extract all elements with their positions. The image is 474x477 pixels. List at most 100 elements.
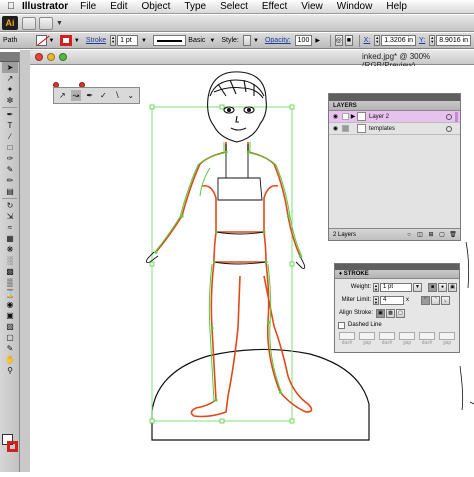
gap-field[interactable]: gap	[439, 332, 455, 347]
anchor-points[interactable]	[155, 151, 302, 402]
brush-dropdown-icon[interactable]: ▼	[209, 38, 215, 44]
selection-tool-icon[interactable]: ➤	[2, 62, 18, 73]
new-layer-icon[interactable]: ▢	[438, 231, 446, 239]
menu-window[interactable]: Window	[337, 1, 373, 12]
menu-file[interactable]: File	[80, 1, 96, 12]
close-window-button[interactable]	[35, 53, 43, 61]
round-join-button[interactable]: ⌝	[431, 295, 440, 305]
style-dropdown-icon[interactable]: ▼	[253, 38, 259, 44]
convert-anchor-point-icon[interactable]: ⌄	[125, 90, 136, 101]
template-icon[interactable]: ◉	[331, 125, 340, 132]
zoom-icon[interactable]: ⚲	[2, 365, 18, 376]
tools-panel-header[interactable]	[0, 52, 19, 62]
hand-icon[interactable]: ✋	[2, 354, 18, 365]
minimize-window-button[interactable]	[47, 53, 55, 61]
type-tool-icon[interactable]: T	[2, 120, 18, 131]
app-menu[interactable]: Illustrator	[22, 1, 68, 12]
scale-icon[interactable]: ⇲	[2, 211, 18, 222]
y-stepper[interactable]: ▲ ▼	[429, 35, 436, 46]
fill-dropdown-icon[interactable]: ▼	[49, 38, 55, 44]
opacity-dropdown-icon[interactable]: ▶	[315, 37, 320, 44]
target-icon[interactable]	[446, 125, 452, 132]
menu-view[interactable]: View	[301, 1, 323, 12]
layer-row[interactable]: ◉ ▶ Layer 2	[329, 111, 460, 123]
menu-object[interactable]: Object	[141, 1, 170, 12]
column-graph-icon[interactable]: ░	[2, 255, 18, 266]
free-transform-icon[interactable]: ▦	[2, 233, 18, 244]
opacity-label-link[interactable]: Opacity:	[265, 37, 291, 44]
rectangle-tool-icon[interactable]: □	[2, 142, 18, 153]
recolor-artwork-icon[interactable]: ◎	[334, 35, 343, 46]
gradient-icon[interactable]: ▒	[2, 277, 18, 288]
y-position-field[interactable]: 8.9016 in	[436, 35, 472, 46]
projecting-cap-button[interactable]: ▣	[448, 282, 457, 292]
dash-field[interactable]: dash	[419, 332, 435, 347]
dash-field[interactable]: dash	[379, 332, 395, 347]
menu-help[interactable]: Help	[386, 1, 407, 12]
weight-stepper[interactable]: ▲ ▼	[373, 282, 379, 292]
align-center-button[interactable]: ▣	[376, 308, 385, 318]
add-anchor-point-icon[interactable]: ↝	[70, 90, 82, 101]
live-paint-select-icon[interactable]: ▨	[2, 321, 18, 332]
stroke-swatch[interactable]	[60, 35, 72, 46]
line-tool-icon[interactable]: ∕	[2, 131, 18, 142]
magic-wand-icon[interactable]: ✦	[2, 84, 18, 95]
menu-edit[interactable]: Edit	[110, 1, 127, 12]
fill-swatch[interactable]	[36, 35, 47, 46]
mesh-icon[interactable]: ▩	[2, 266, 18, 277]
stroke-weight-stepper[interactable]: ▲ ▼	[110, 35, 117, 46]
stroke-well[interactable]	[7, 441, 18, 452]
stroke-weight-dropdown-icon[interactable]: ▼	[141, 38, 147, 44]
add-anchor-point-icon[interactable]: ✓	[98, 90, 109, 101]
y-label-link[interactable]: Y:	[419, 37, 425, 44]
weight-field[interactable]: 1 pt	[380, 282, 412, 292]
round-cap-button[interactable]: ●	[438, 282, 447, 292]
lasso-icon[interactable]: ✼	[2, 95, 18, 106]
pen-tool-icon[interactable]: ✒	[2, 109, 18, 120]
slice-icon[interactable]: ✎	[2, 343, 18, 354]
brush-stroke-preview[interactable]	[153, 35, 187, 46]
dashed-line-checkbox[interactable]	[338, 321, 345, 329]
warp-icon[interactable]: ≈	[2, 222, 18, 233]
miter-stepper[interactable]: ▲ ▼	[373, 295, 379, 305]
align-inside-button[interactable]: ▩	[386, 308, 395, 318]
arrange-documents-button[interactable]	[39, 16, 53, 30]
bevel-join-button[interactable]: ⌞	[441, 295, 450, 305]
layers-tab[interactable]: LAYERS	[329, 101, 460, 111]
make-clipping-mask-icon[interactable]: ◫	[416, 231, 424, 239]
eraser-icon[interactable]: ▤	[2, 186, 18, 197]
blend-icon[interactable]: ◉	[2, 299, 18, 310]
eyedropper-icon[interactable]: ⌛	[2, 288, 18, 299]
weight-dropdown-icon[interactable]: ▼	[413, 282, 422, 292]
pen-tool-icon[interactable]: ✒	[84, 90, 95, 101]
go-to-bridge-button[interactable]	[22, 16, 36, 30]
x-position-field[interactable]: 1.3206 in	[381, 35, 416, 46]
eye-icon[interactable]: ◉	[331, 113, 340, 120]
style-swatch[interactable]	[242, 35, 252, 46]
lock-icon[interactable]	[342, 125, 349, 132]
direct-selection-tool-icon[interactable]: ↗	[57, 90, 68, 101]
paintbrush-icon[interactable]: ✑	[2, 153, 18, 164]
butt-cap-button[interactable]: ■	[428, 282, 437, 292]
panel-header-bar[interactable]	[329, 94, 460, 101]
locate-object-icon[interactable]: ○	[405, 231, 413, 239]
stroke-weight-field[interactable]: 1 pt	[117, 35, 139, 46]
pencil-icon[interactable]: ✎	[2, 164, 18, 175]
expand-triangle-icon[interactable]: ▶	[349, 113, 357, 120]
menu-type[interactable]: Type	[184, 1, 206, 12]
apple-icon[interactable]: 	[0, 1, 22, 12]
x-label-link[interactable]: X:	[364, 37, 371, 44]
stroke-dropdown-icon[interactable]: ▼	[74, 38, 80, 44]
align-options-icon[interactable]: ■	[344, 35, 353, 46]
align-outside-button[interactable]: ▢	[396, 308, 405, 318]
stroke-label-link[interactable]: Stroke	[86, 37, 106, 44]
rotate-icon[interactable]: ↻	[2, 200, 18, 211]
delete-anchor-point-icon[interactable]: ∖	[112, 90, 123, 101]
target-icon[interactable]	[446, 113, 452, 120]
document-titlebar[interactable]: inked.jpg* @ 300% (RGB/Preview)	[30, 50, 474, 70]
trash-icon[interactable]: 🗑	[449, 231, 457, 239]
chevron-down-icon[interactable]: ▼	[56, 20, 63, 27]
layer-row[interactable]: ◉ templates	[329, 123, 460, 135]
dash-field[interactable]: dash	[339, 332, 355, 347]
menu-effect[interactable]: Effect	[262, 1, 287, 12]
